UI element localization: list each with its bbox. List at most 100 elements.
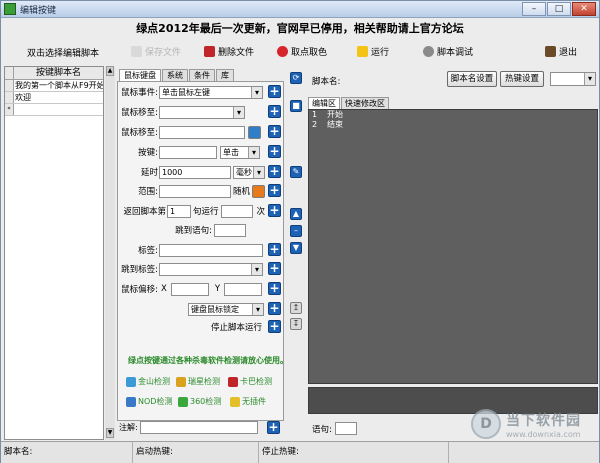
help-icon[interactable]	[252, 184, 266, 198]
move-up-icon[interactable]: ▲	[290, 208, 302, 220]
mouse-event-select[interactable]: 单击鼠标左键	[159, 85, 263, 99]
return-line-input[interactable]: 1	[167, 204, 191, 218]
minimize-button[interactable]: –	[522, 2, 546, 16]
offset-x-input[interactable]	[170, 282, 209, 296]
main-window: 编辑按键 – □ ✕ 绿点2012年最后一次更新，官网早已停用，相关帮助请上官方…	[0, 0, 600, 463]
script-name-settings-button[interactable]: 脚本名设置	[447, 71, 497, 87]
add-tag-button[interactable]: +	[268, 243, 281, 256]
kaspersky-icon	[228, 376, 238, 387]
add-key-button[interactable]: +	[268, 145, 281, 158]
maximize-button[interactable]: □	[547, 2, 571, 16]
script-name-cell[interactable]: 欢迎	[14, 92, 103, 103]
add-mouse-event-button[interactable]: +	[268, 85, 281, 98]
comment-input[interactable]	[139, 421, 258, 434]
script-name-cell[interactable]: 我的第一个脚本从F9开始	[14, 80, 103, 91]
offset-y-input[interactable]	[224, 282, 263, 296]
edit-pencil-icon[interactable]: ✎	[290, 166, 302, 178]
statement-input[interactable]	[334, 422, 357, 435]
hotkey-settings-button[interactable]: 热键设置	[500, 71, 544, 87]
export-icon[interactable]: ↥	[290, 302, 302, 314]
range-label: 范围:	[138, 187, 158, 197]
window-controls: – □ ✕	[522, 2, 596, 16]
nod-icon	[126, 396, 136, 407]
key-mode-select[interactable]: 单击	[220, 145, 260, 159]
antivirus-item: 360检测	[178, 396, 221, 407]
delay-input[interactable]: 1000	[159, 165, 231, 179]
tab-system[interactable]: 系统	[162, 69, 188, 81]
script-row[interactable]: 我的第一个脚本从F9开始	[5, 80, 103, 92]
debug-button[interactable]: 脚本调试	[423, 45, 473, 58]
tab-quick-edit[interactable]: 快速修改区	[341, 97, 389, 109]
scroll-down-arrow[interactable]: ▼	[106, 428, 114, 438]
kingsoft-icon	[126, 376, 136, 387]
jump-tag-select[interactable]	[159, 262, 263, 276]
add-return-button[interactable]: +	[268, 204, 281, 217]
delay-unit-select[interactable]: 毫秒	[233, 165, 265, 179]
return-count-input[interactable]	[220, 204, 253, 218]
watermark-logo: D	[471, 409, 501, 439]
lock-select[interactable]: 键盘鼠标锁定	[188, 302, 264, 316]
add-mouse-move-2-button[interactable]: +	[268, 125, 281, 138]
exit-button[interactable]: 退出	[545, 45, 577, 58]
tag-input[interactable]	[159, 243, 263, 257]
code-editor[interactable]: 1 开始 2 结束	[308, 109, 598, 384]
add-mouse-move-button[interactable]: +	[268, 105, 281, 118]
script-row[interactable]: 欢迎	[5, 92, 103, 104]
save-file-label: 保存文件	[145, 48, 182, 58]
splitter[interactable]: ▲ ▼	[105, 66, 115, 440]
add-range-button[interactable]: +	[268, 184, 281, 197]
mouse-move-to-label: 鼠标移至:	[121, 108, 158, 118]
status-stop-hotkey: 停止热键:	[259, 442, 449, 463]
script-name-cell[interactable]	[14, 104, 103, 115]
key-label: 按键:	[138, 148, 158, 158]
tab-condition[interactable]: 条件	[189, 69, 215, 81]
add-jump-tag-button[interactable]: +	[268, 262, 281, 275]
refresh-icon[interactable]: ⟳	[290, 72, 302, 84]
shield-360-icon	[178, 396, 188, 407]
script-list-hint: 双击选择编辑脚本	[27, 49, 100, 59]
editor-tabs: 编辑区 快速修改区	[308, 97, 390, 109]
tab-library[interactable]: 库	[216, 69, 234, 81]
add-comment-button[interactable]: +	[267, 421, 280, 434]
app-icon	[4, 3, 16, 15]
code-text: 结束	[327, 120, 343, 129]
stop-square-icon[interactable]: ■	[290, 100, 302, 112]
new-script-row[interactable]: *	[5, 104, 103, 116]
script-select[interactable]	[550, 72, 596, 86]
run-button[interactable]: 运行	[357, 45, 389, 58]
edit-button-strip: ⟳ ■ ✎ ▲ – ▼ ↥ ↧	[287, 66, 305, 438]
comment-label: 注解:	[119, 423, 138, 432]
pick-color-button[interactable]: 取点取色	[277, 45, 327, 58]
import-icon[interactable]: ↧	[290, 318, 302, 330]
mouse-move-to-input[interactable]	[159, 125, 245, 139]
add-offset-button[interactable]: +	[268, 282, 281, 295]
key-input[interactable]	[159, 145, 217, 159]
code-line[interactable]: 2 结束	[309, 120, 597, 130]
add-stop-button[interactable]: +	[268, 320, 281, 333]
delete-file-button[interactable]: 删除文件	[204, 45, 254, 58]
delay-label: 延时	[140, 168, 158, 178]
move-down-icon[interactable]: ▼	[290, 242, 302, 254]
watermark: D 当下软件园 www.downxia.com	[471, 409, 581, 439]
code-line[interactable]: 1 开始	[309, 110, 597, 120]
tab-edit-area[interactable]: 编辑区	[308, 97, 340, 109]
window-title: 编辑按键	[20, 6, 57, 16]
target-picker-icon[interactable]	[248, 125, 261, 139]
rising-icon	[176, 376, 186, 387]
scroll-up-arrow[interactable]: ▲	[106, 66, 114, 76]
lightning-icon	[357, 46, 368, 57]
remove-line-icon[interactable]: –	[290, 225, 302, 237]
add-delay-button[interactable]: +	[268, 165, 281, 178]
save-file-button[interactable]: 保存文件	[131, 45, 181, 58]
add-lock-button[interactable]: +	[268, 302, 281, 315]
row-marker	[5, 92, 14, 103]
jump-statement-input[interactable]	[214, 223, 246, 237]
mouse-move-to-2-label: 鼠标移至:	[121, 128, 158, 138]
close-button[interactable]: ✕	[572, 2, 596, 16]
range-input[interactable]	[159, 184, 231, 198]
mouse-move-to-select[interactable]	[159, 105, 245, 119]
exit-label: 退出	[559, 48, 578, 58]
tab-mouse-keyboard[interactable]: 鼠标键盘	[119, 69, 161, 81]
watermark-url: www.downxia.com	[506, 429, 581, 439]
statement-row: 语句:	[312, 422, 357, 435]
